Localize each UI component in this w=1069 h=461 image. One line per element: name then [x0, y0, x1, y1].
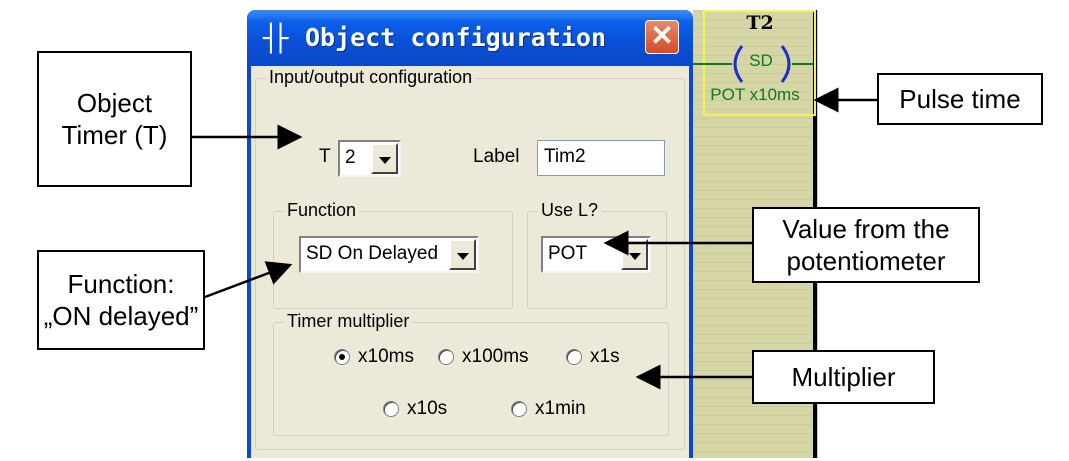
use-l-legend: Use L? [538, 200, 602, 221]
callout-object-timer: Object Timer (T) [37, 51, 192, 187]
radio-x1s-label: x1s [590, 346, 620, 367]
io-config-legend: Input/output configuration [266, 67, 476, 88]
use-l-select[interactable]: POT [541, 236, 651, 273]
radio-x1min-label: x1min [535, 398, 586, 419]
radio-x10ms[interactable]: x10ms [334, 346, 414, 368]
timer-time-label: POT x10ms [710, 85, 800, 104]
label-input[interactable]: Tim2 [537, 140, 665, 176]
chevron-down-icon[interactable] [371, 143, 398, 174]
close-icon: ✕ [650, 20, 674, 51]
dialog-titlebar[interactable]: ┤├ Object configuration ✕ [247, 10, 693, 66]
callout-pulse-time: Pulse time [877, 73, 1043, 125]
chevron-down-icon[interactable] [449, 239, 476, 270]
ladder-contact-icon: ┤├ [263, 24, 288, 54]
radio-unselected-icon [566, 349, 582, 365]
radio-unselected-icon [438, 349, 454, 365]
callout-function-text: Function: „ON delayed” [43, 269, 199, 331]
object-configuration-dialog: ┤├ Object configuration ✕ Input/output c… [247, 10, 693, 458]
callout-multiplier: Multiplier [752, 350, 935, 404]
radio-unselected-icon [511, 401, 527, 417]
t-number-select[interactable]: 2 [338, 140, 401, 177]
dialog-title: Object configuration [305, 23, 607, 52]
chevron-down-icon[interactable] [621, 239, 648, 270]
timer-coil-label: SD [749, 51, 773, 70]
callout-pulse-time-text: Pulse time [899, 84, 1021, 114]
callout-function: Function: „ON delayed” [37, 250, 205, 350]
callout-value-potentiometer-text: Value from the potentiometer [782, 214, 950, 276]
callout-object-timer-text: Object Timer (T) [61, 88, 168, 150]
radio-x1s[interactable]: x1s [566, 346, 620, 368]
callout-multiplier-text: Multiplier [791, 362, 896, 392]
label-caption: Label [473, 146, 520, 167]
function-value: SD On Delayed [306, 243, 439, 264]
dialog-body: Input/output configuration T 2 Label Tim… [251, 66, 689, 458]
close-button[interactable]: ✕ [645, 20, 679, 54]
callout-value-potentiometer: Value from the potentiometer [752, 207, 980, 283]
radio-x10ms-label: x10ms [358, 346, 414, 367]
function-legend: Function [284, 200, 360, 221]
t-label: T [319, 146, 331, 167]
radio-x10s-label: x10s [407, 398, 448, 419]
use-l-value: POT [548, 243, 588, 264]
timer-multiplier-group: Timer multiplier [273, 311, 669, 436]
timer-multiplier-legend: Timer multiplier [284, 311, 413, 332]
timer-element-name: T2 [746, 12, 774, 34]
radio-x10s[interactable]: x10s [383, 398, 447, 420]
radio-unselected-icon [383, 401, 399, 417]
radio-x100ms[interactable]: x100ms [438, 346, 529, 368]
t-number-value: 2 [345, 147, 356, 168]
function-select[interactable]: SD On Delayed [299, 236, 479, 273]
label-input-value: Tim2 [544, 146, 586, 167]
radio-selected-icon [334, 349, 350, 365]
radio-x100ms-label: x100ms [462, 346, 529, 367]
radio-x1min[interactable]: x1min [511, 398, 586, 420]
